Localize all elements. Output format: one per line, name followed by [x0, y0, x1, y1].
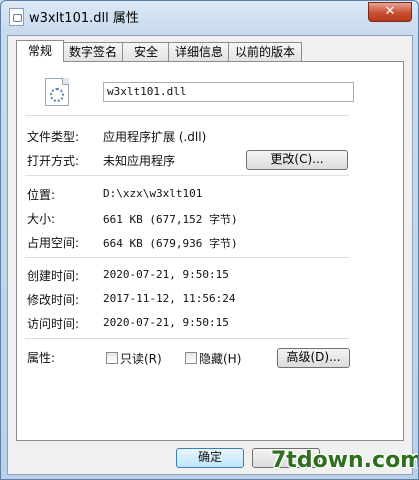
hidden-checkbox[interactable]	[185, 352, 197, 364]
file-name-field[interactable]: w3xlt101.dll	[103, 82, 354, 102]
readonly-checkbox[interactable]	[106, 352, 118, 364]
close-icon: ✕	[384, 4, 396, 19]
modified-value: 2017-11-12, 11:56:24	[103, 292, 236, 305]
ok-button[interactable]: 确定	[176, 448, 244, 468]
location-label: 位置:	[27, 188, 56, 202]
tab-general[interactable]: 常规	[16, 40, 64, 62]
site-watermark: 7tdown.com	[271, 448, 419, 473]
file-type-label: 文件类型:	[27, 130, 80, 144]
accessed-label: 访问时间:	[27, 317, 80, 331]
dll-file-icon	[45, 78, 69, 106]
readonly-label[interactable]: 只读(R)	[120, 350, 162, 367]
tab-previous-versions[interactable]: 以前的版本	[228, 42, 302, 61]
divider	[25, 115, 349, 116]
file-icon	[9, 8, 24, 26]
title-bar[interactable]: w3xlt101.dll 属性 ✕	[1, 1, 418, 31]
size-value: 661 KB (677,152 字节)	[103, 213, 238, 226]
size-on-disk-label: 占用空间:	[27, 236, 80, 250]
accessed-value: 2020-07-21, 9:50:15	[103, 316, 229, 329]
created-label: 创建时间:	[27, 269, 80, 283]
modified-label: 修改时间:	[27, 293, 80, 307]
opens-with-label: 打开方式:	[27, 154, 80, 168]
hidden-label[interactable]: 隐藏(H)	[199, 350, 241, 367]
divider	[25, 257, 349, 258]
advanced-button[interactable]: 高级(D)...	[277, 348, 350, 368]
close-button[interactable]: ✕	[368, 2, 412, 22]
tab-security[interactable]: 安全	[122, 42, 170, 61]
divider	[25, 338, 349, 339]
size-on-disk-value: 664 KB (679,936 字节)	[103, 237, 238, 250]
tab-details[interactable]: 详细信息	[168, 42, 230, 61]
created-value: 2020-07-21, 9:50:15	[103, 268, 229, 281]
window-title: w3xlt101.dll 属性	[29, 11, 139, 26]
gear-icon	[50, 88, 64, 102]
dialog-body: 常规 数字签名 安全 详细信息 以前的版本 w3xlt101.dll 文件类型:…	[7, 35, 413, 475]
location-value: D:\xzx\w3xlt101	[103, 187, 203, 200]
file-type-value: 应用程序扩展 (.dll)	[103, 130, 207, 144]
general-panel: w3xlt101.dll 文件类型: 应用程序扩展 (.dll) 打开方式: 未…	[16, 61, 404, 441]
size-label: 大小:	[27, 212, 56, 226]
change-button[interactable]: 更改(C)...	[246, 150, 348, 170]
attributes-label: 属性:	[27, 351, 56, 365]
opens-with-value: 未知应用程序	[103, 154, 176, 168]
divider	[25, 175, 349, 176]
tab-digital-signature[interactable]: 数字签名	[62, 42, 124, 61]
properties-dialog: w3xlt101.dll 属性 ✕ 常规 数字签名 安全 详细信息 以前的版本 …	[0, 0, 419, 480]
